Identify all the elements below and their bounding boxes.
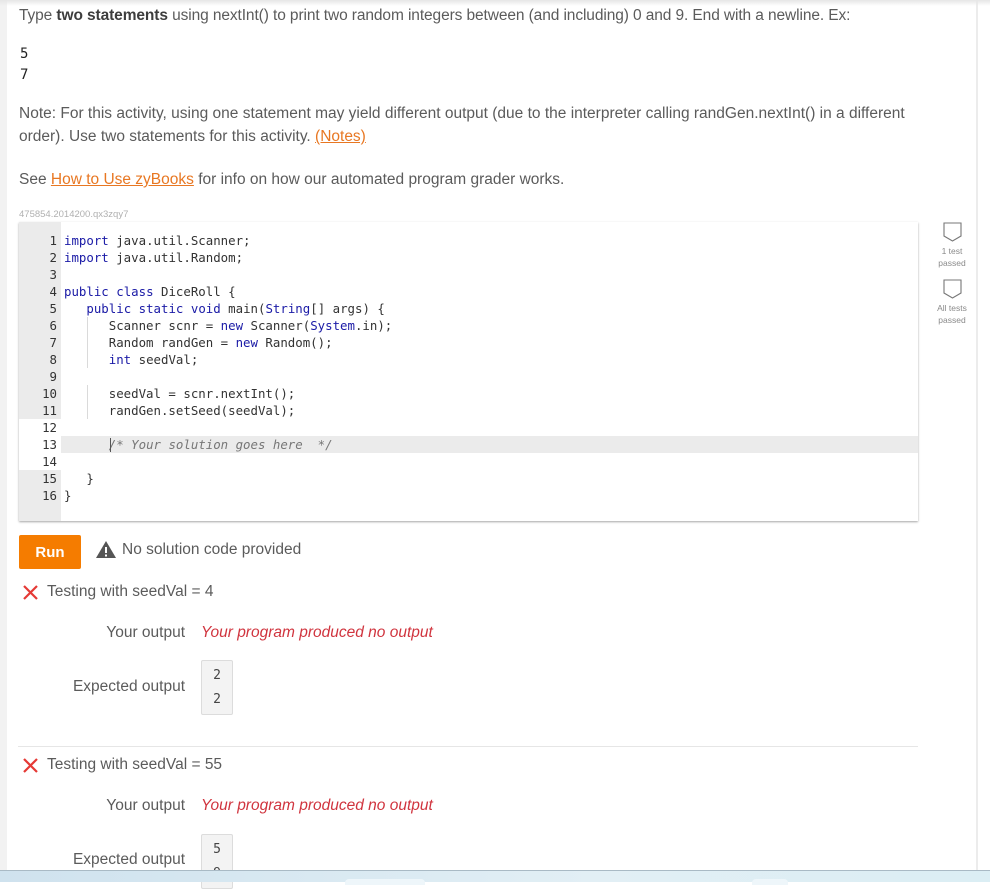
code-text[interactable]: public class DiceRoll {	[64, 283, 236, 300]
code-line[interactable]: 15 }	[19, 470, 918, 487]
status-item-all-tests: All tests passed	[930, 279, 974, 326]
code-text[interactable]: Random randGen = new Random();	[64, 334, 333, 351]
expected-line: 2	[213, 692, 221, 707]
note-body: Note: For this activity, using one state…	[19, 105, 905, 145]
line-number: 9	[49, 369, 57, 384]
taskbar-item[interactable]	[752, 879, 788, 885]
code-line[interactable]: 7 Random randGen = new Random();	[19, 334, 918, 351]
warning-triangle-icon	[96, 541, 116, 558]
x-fail-icon	[23, 584, 38, 600]
line-number: 2	[49, 250, 57, 265]
prompt-bold: two statements	[56, 7, 168, 24]
line-number: 4	[49, 284, 57, 299]
expected-output-label: Expected output	[72, 851, 185, 868]
line-number: 1	[49, 233, 57, 248]
x-fail-icon	[23, 757, 38, 773]
badge-outline-icon	[942, 279, 962, 299]
code-editor[interactable]: 1 import java.util.Scanner; 2 import java.u…	[19, 222, 918, 521]
run-message: No solution code provided	[95, 540, 301, 559]
prompt-suffix: using nextInt() to print two random inte…	[167, 7, 851, 24]
code-line[interactable]: 5 public static void main(String[] args)…	[19, 300, 918, 317]
line-number: 16	[42, 488, 57, 503]
test-header: Testing with seedVal = 55	[22, 756, 222, 774]
code-text[interactable]: import java.util.Random;	[64, 249, 243, 266]
expected-line: 5	[213, 842, 221, 857]
code-line[interactable]: 2 import java.util.Random;	[19, 249, 918, 266]
see-text: See How to Use zyBooks for info on how o…	[19, 171, 564, 189]
indent-guide	[87, 385, 88, 419]
line-number: 11	[42, 403, 57, 418]
your-output-value: Your program produced no output	[201, 797, 433, 814]
expected-output-box: 2 2	[201, 660, 233, 715]
example-line: 7	[20, 67, 29, 83]
challenge-id: 475854.2014200.qx3zqy7	[19, 209, 129, 220]
status-item-1-test: 1 test passed	[930, 222, 974, 269]
expected-line: 2	[213, 668, 221, 683]
taskbar-item[interactable]	[345, 879, 425, 885]
line-number: 12	[19, 419, 61, 436]
test-header-text: Testing with seedVal = 55	[47, 756, 223, 773]
code-line[interactable]: 10 seedVal = scnr.nextInt();	[19, 385, 918, 402]
top-shadow	[0, 0, 990, 6]
see-prefix: See	[19, 171, 51, 188]
line-number: 14	[19, 453, 61, 470]
line-number: 13	[19, 436, 61, 453]
code-text[interactable]: randGen.setSeed(seedVal);	[64, 402, 296, 419]
prompt-prefix: Type	[19, 7, 57, 24]
code-text[interactable]: public static void main(String[] args) {	[64, 300, 384, 317]
code-text[interactable]: seedVal = scnr.nextInt();	[64, 385, 296, 402]
see-suffix: for info on how our automated program gr…	[193, 171, 565, 188]
status-label: All tests passed	[937, 303, 967, 325]
code-line[interactable]: 13 /* Your solution goes here */	[19, 436, 918, 453]
code-line[interactable]: 4 public class DiceRoll {	[19, 283, 918, 300]
code-text[interactable]: import java.util.Scanner;	[64, 232, 251, 249]
your-output-label: Your output	[106, 797, 185, 814]
code-line[interactable]: 12	[19, 419, 918, 436]
example-line: 5	[20, 46, 29, 62]
code-line[interactable]: 16}	[19, 487, 918, 504]
code-text[interactable]: Scanner scnr = new Scanner(System.in);	[64, 317, 393, 334]
line-number: 6	[49, 318, 57, 333]
code-line[interactable]: 14	[19, 453, 918, 470]
indent-guide	[87, 317, 88, 368]
status-panel: 1 test passed All tests passed	[930, 222, 974, 326]
code-text[interactable]: int seedVal;	[64, 351, 199, 368]
status-label: 1 test passed	[938, 246, 966, 268]
text-cursor	[110, 438, 111, 452]
test-header-text: Testing with seedVal = 4	[47, 583, 214, 600]
code-text[interactable]: /* Your solution goes here */	[64, 436, 333, 453]
your-output-value: Your program produced no output	[201, 624, 433, 641]
code-text[interactable]: }	[64, 470, 93, 487]
expected-output-label: Expected output	[72, 678, 185, 695]
how-to-use-zybooks-link[interactable]: How to Use zyBooks	[51, 171, 194, 188]
run-message-text: No solution code provided	[122, 540, 302, 558]
line-number: 15	[42, 471, 57, 486]
challenge-prompt: Type two statements using nextInt() to p…	[19, 7, 850, 25]
test-divider	[18, 746, 918, 747]
badge-outline-icon	[942, 222, 962, 242]
line-number: 8	[49, 352, 57, 367]
code-line[interactable]: 11 randGen.setSeed(seedVal);	[19, 402, 918, 419]
line-number: 7	[49, 335, 57, 350]
line-number: 5	[49, 301, 57, 316]
note-text: Note: For this activity, using one state…	[19, 102, 929, 148]
test-header: Testing with seedVal = 4	[22, 583, 213, 601]
notes-link[interactable]: (Notes)	[315, 128, 366, 145]
run-button[interactable]: Run	[19, 535, 81, 569]
code-text[interactable]: }	[64, 487, 71, 504]
taskbar	[0, 870, 990, 885]
code-line[interactable]: 6 Scanner scnr = new Scanner(System.in);	[19, 317, 918, 334]
example-output: 5 7	[20, 44, 28, 86]
your-output-label: Your output	[106, 624, 185, 641]
code-line[interactable]: 8 int seedVal;	[19, 351, 918, 368]
line-number: 3	[49, 267, 57, 282]
code-line[interactable]: 1 import java.util.Scanner;	[19, 232, 918, 249]
line-number: 10	[42, 386, 57, 401]
code-line[interactable]: 3	[19, 266, 918, 283]
code-line[interactable]: 9	[19, 368, 918, 385]
